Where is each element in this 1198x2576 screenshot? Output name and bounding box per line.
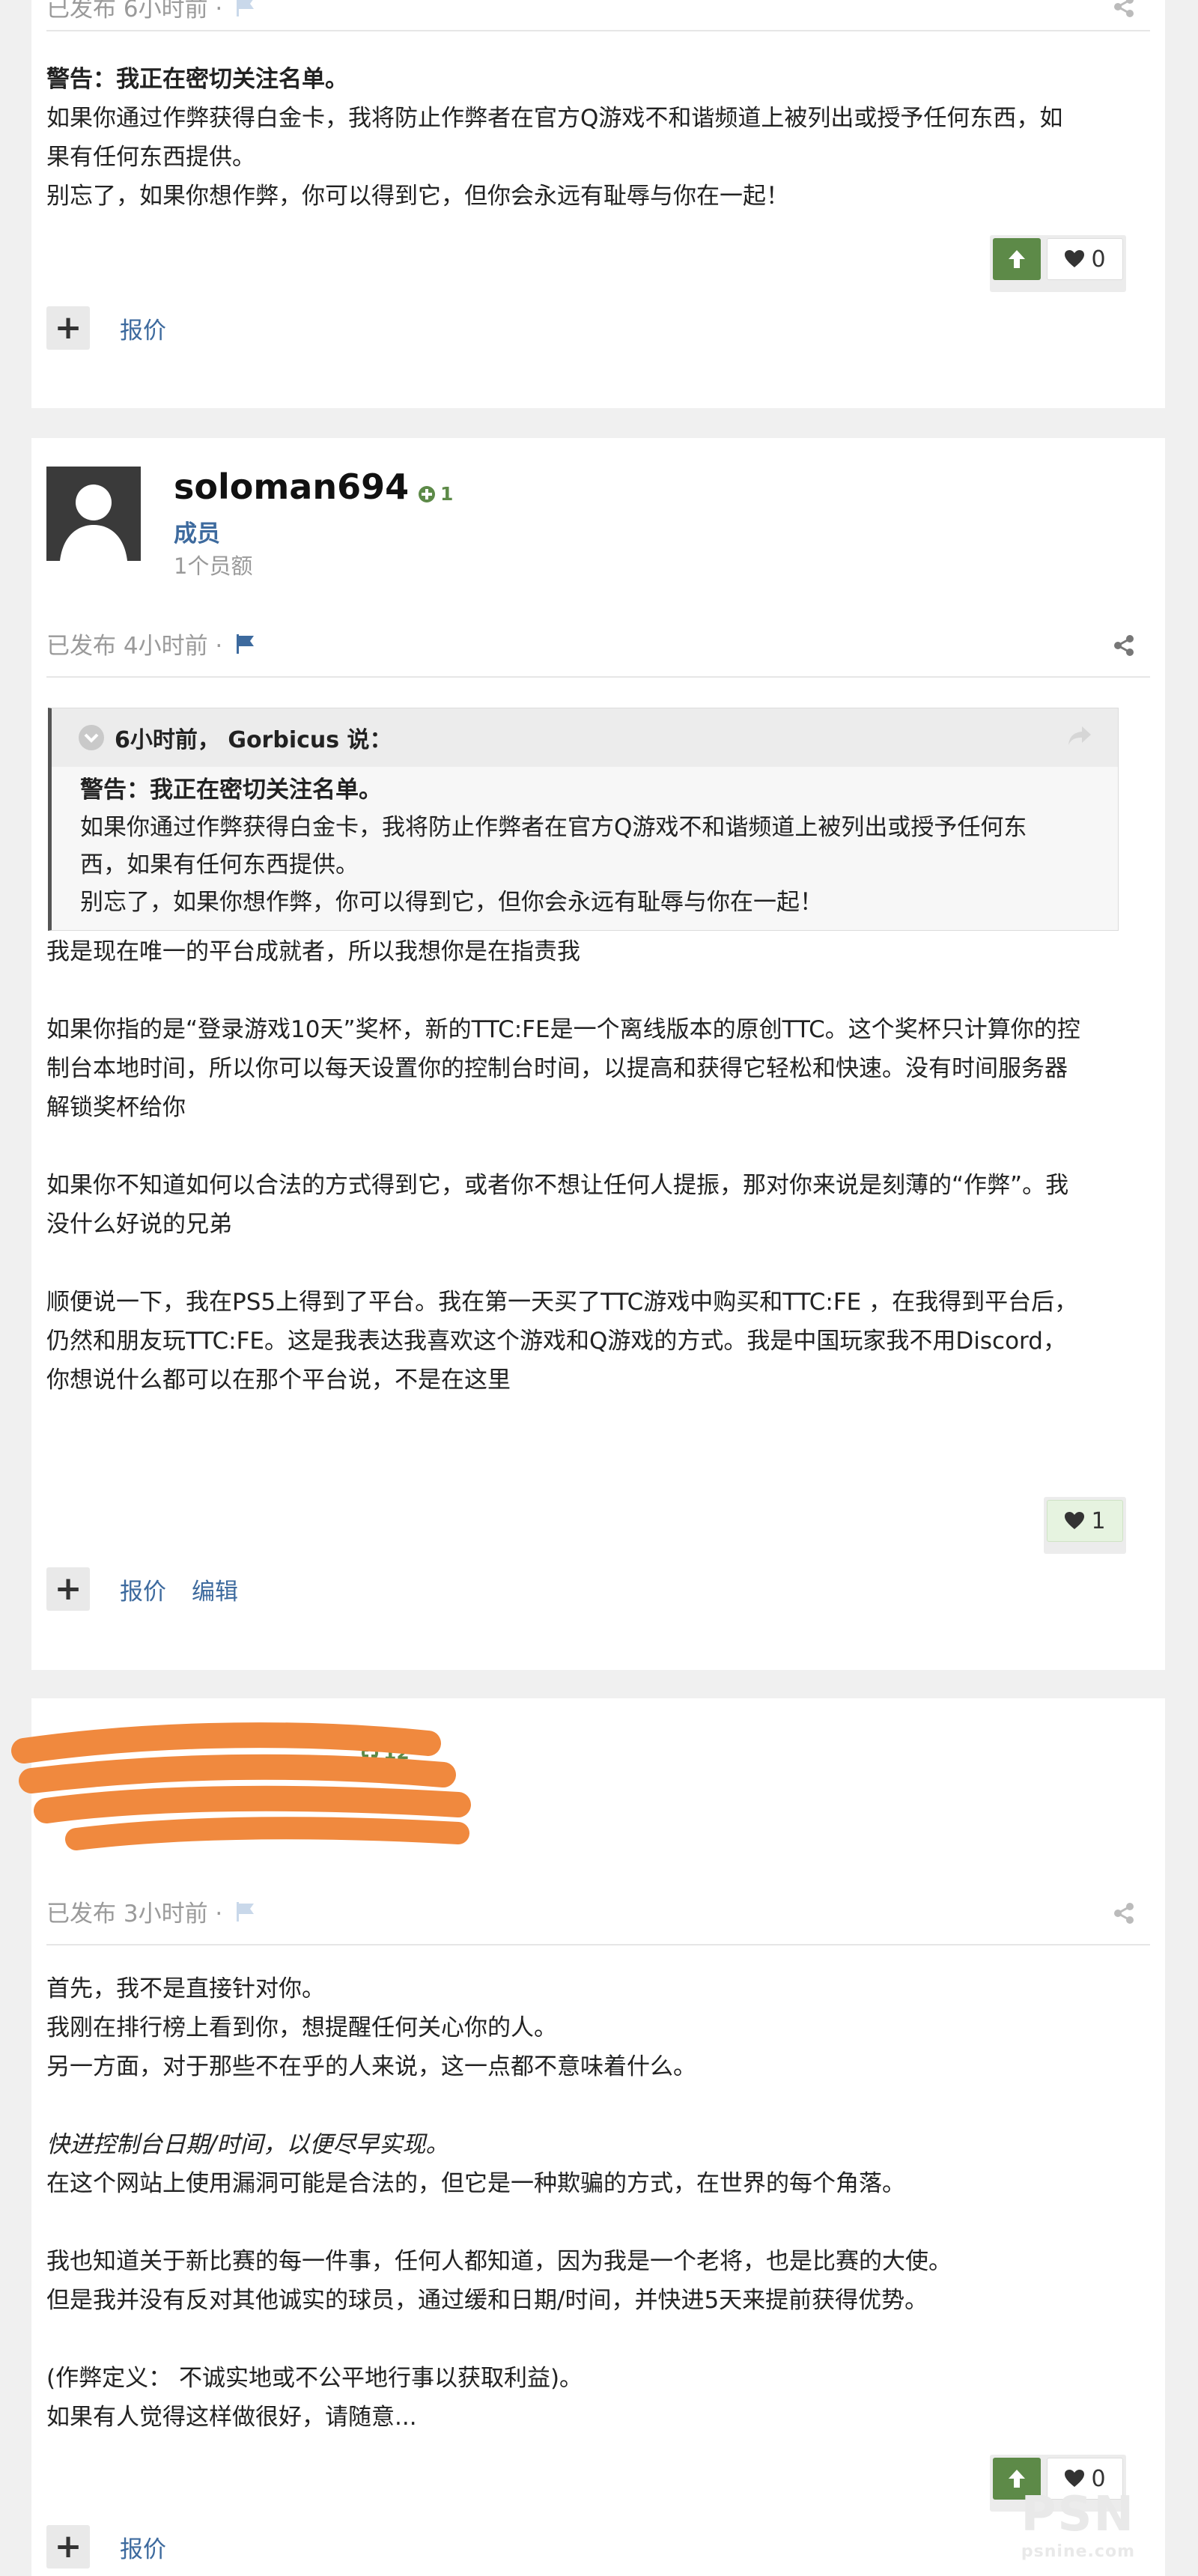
post-text-line: 我是现在唯一的平台成就者，所以我想你是在指责我 <box>46 938 580 965</box>
post-text-line: 你想说什么都可以在那个平台说，不是在这里 <box>46 1367 511 1394</box>
post-date: 已发布 3小时前 · <box>46 1899 257 1931</box>
post-text-line: 果有任何东西提供。 <box>46 144 255 171</box>
post-text-line: 别忘了，如果你想作弊，你可以得到它，但你会永远有耻辱与你在一起！ <box>46 183 789 210</box>
post-text-line: 没什么好说的兄弟 <box>46 1211 232 1238</box>
post-meta-row: 已发布 4小时前 · <box>46 631 1150 678</box>
heart-icon <box>1065 2470 1085 2487</box>
post-card-2: soloman694 1 成员 1个员额 已发布 4小时前 · 6小时前， Go… <box>31 438 1165 1670</box>
watermark-url: psnine.com <box>1021 2542 1135 2561</box>
reaction-bar: 0 <box>990 235 1126 292</box>
post-text-line: 我也知道关于新比赛的每一件事，任何人都知道，因为我是一个老将，也是比赛的大使。 <box>46 2248 952 2275</box>
post-text-line: 如果你指的是“登录游戏10天”奖杯，新的TTC:FE是一个离线版本的原创TTC。… <box>46 1016 1080 1043</box>
post-actions: + 报价 <box>46 2525 166 2569</box>
watermark: PSN psnine.com <box>1021 2487 1135 2561</box>
post-count: 1个员额 <box>174 553 253 579</box>
like-count: 0 <box>1091 246 1106 273</box>
reaction-bar: 1 <box>1044 1497 1126 1554</box>
heart-icon <box>1065 250 1085 267</box>
post-actions: + 报价 <box>46 306 166 350</box>
post-text-line: 制台本地时间，所以你可以每天设置你的控制台时间，以提高和获得它轻松和快速。没有时… <box>46 1055 1068 1082</box>
quote-header: 6小时前， Gorbicus 说： <box>52 708 1118 767</box>
post-date: 已发布 6小时前 · <box>46 0 257 25</box>
quote-body: 警告：我正在密切关注名单。 如果你通过作弊获得白金卡，我将防止作弊者在官方Q游戏… <box>52 767 1118 921</box>
quote-text-line: 别忘了，如果你想作弊，你可以得到它，但你会永远有耻辱与你在一起！ <box>80 889 823 916</box>
post-text-line: 解锁奖杯给你 <box>46 1094 186 1121</box>
post-text-line: 仍然和朋友玩TTC:FE。这是我表达我喜欢这个游戏和Q游戏的方式。我是中国玩家我… <box>46 1328 1066 1355</box>
multiquote-button[interactable]: + <box>46 306 90 350</box>
post-text-line: (作弊定义： 不诚实地或不公平地行事以获取利益)。 <box>46 2365 583 2392</box>
quote-link[interactable]: 报价 <box>120 1573 166 1606</box>
share-icon[interactable] <box>1113 0 1135 21</box>
quote-text-line: 如果你通过作弊获得白金卡，我将防止作弊者在官方Q游戏不和谐频道上被列出或授予任何… <box>80 814 1027 841</box>
post-meta-row: 已发布 3小时前 · <box>46 1899 1150 1945</box>
post-text-line: 首先，我不是直接针对你。 <box>46 1975 325 2002</box>
post-text-line: 如果你通过作弊获得白金卡，我将防止作弊者在官方Q游戏不和谐频道上被列出或授予任何… <box>46 105 1063 132</box>
chevron-down-icon[interactable] <box>79 725 104 750</box>
quote-text-line: 警告：我正在密切关注名单。 <box>80 777 382 804</box>
share-icon[interactable] <box>1113 1902 1135 1928</box>
reputation-count: 1 <box>440 483 454 505</box>
flag-icon[interactable] <box>234 0 257 25</box>
post-date-text: 已发布 4小时前 · <box>46 633 223 660</box>
post-text-line: 在这个网站上使用漏洞可能是合法的，但它是一种欺骗的方式，在世界的每个角落。 <box>46 2170 905 2197</box>
arrow-up-icon <box>1009 2470 1025 2488</box>
like-button[interactable]: 1 <box>1047 1500 1123 1542</box>
multiquote-button[interactable]: + <box>46 1567 90 1611</box>
post-text-line: 如果有人觉得这样做很好，请随意... <box>46 2404 417 2431</box>
flag-icon[interactable] <box>234 1901 257 1931</box>
username[interactable]: soloman694 <box>174 467 409 507</box>
member-role: 成员 <box>174 520 220 547</box>
post-card-1: 已发布 6小时前 · 警告：我正在密切关注名单。 如果你通过作弊获得白金卡，我将… <box>31 0 1165 408</box>
post-text-line: 但是我并没有反对其他诚实的球员，通过缓和日期/时间，并快进5天来提前获得优势。 <box>46 2287 928 2314</box>
watermark-brand: PSN <box>1021 2487 1135 2542</box>
post-meta-row: 已发布 6小时前 · <box>46 0 1150 31</box>
post-text-line: 顺便说一下，我在PS5上得到了平台。我在第一天买了TTC游戏中购买和TTC:FE… <box>46 1289 1078 1316</box>
quote-text-line: 西，如果有任何东西提供。 <box>80 851 359 878</box>
post-body: 警告：我正在密切关注名单。 如果你通过作弊获得白金卡，我将防止作弊者在官方Q游戏… <box>46 60 1135 216</box>
post-text-line: 快进控制台日期/时间，以便尽早实现。 <box>46 2131 449 2158</box>
flag-icon[interactable] <box>234 633 257 663</box>
like-count: 1 <box>1091 1507 1106 1534</box>
post-text-line: 警告：我正在密切关注名单。 <box>46 66 348 93</box>
reputation-badge: 1 <box>418 483 453 505</box>
post-text-line: 如果你不知道如何以合法的方式得到它，或者你不想让任何人提振，那对你来说是刻薄的“… <box>46 1172 1069 1199</box>
post-body: 我是现在唯一的平台成就者，所以我想你是在指责我 如果你指的是“登录游戏10天”奖… <box>46 932 1135 1400</box>
share-icon[interactable] <box>1113 634 1135 660</box>
post-date-text: 已发布 3小时前 · <box>46 1901 223 1928</box>
reply-arrow-icon[interactable] <box>1067 725 1092 753</box>
upvote-button[interactable] <box>993 238 1041 280</box>
heart-icon <box>1065 1512 1085 1529</box>
plus-circle-icon <box>419 485 435 502</box>
redaction-scribble <box>11 1722 471 1850</box>
multiquote-button[interactable]: + <box>46 2525 90 2569</box>
post-date: 已发布 4小时前 · <box>46 631 257 663</box>
post-body: 首先，我不是直接针对你。 我刚在排行榜上看到你，想提醒任何关心你的人。 另一方面… <box>46 1969 1135 2437</box>
quote-link[interactable]: 报价 <box>120 2530 166 2564</box>
like-button[interactable]: 0 <box>1047 238 1123 280</box>
arrow-up-icon <box>1009 250 1025 268</box>
post-actions: + 报价 编辑 <box>46 1567 238 1611</box>
post-card-3: 12 已发布 3小时前 · 首先，我不是直接针对你。 我刚在排行榜上看到你，想提… <box>11 1698 1165 2576</box>
quote-block: 6小时前， Gorbicus 说： 警告：我正在密切关注名单。 如果你通过作弊获… <box>48 708 1119 931</box>
post-text-line: 我刚在排行榜上看到你，想提醒任何关心你的人。 <box>46 2014 557 2041</box>
quote-link[interactable]: 报价 <box>120 312 166 345</box>
avatar[interactable] <box>46 467 141 561</box>
post-text-line: 另一方面，对于那些不在乎的人来说，这一点都不意味着什么。 <box>46 2053 696 2080</box>
quote-attribution: 6小时前， Gorbicus 说： <box>115 727 392 753</box>
post-date-text: 已发布 6小时前 · <box>46 0 223 22</box>
edit-link[interactable]: 编辑 <box>192 1573 238 1606</box>
